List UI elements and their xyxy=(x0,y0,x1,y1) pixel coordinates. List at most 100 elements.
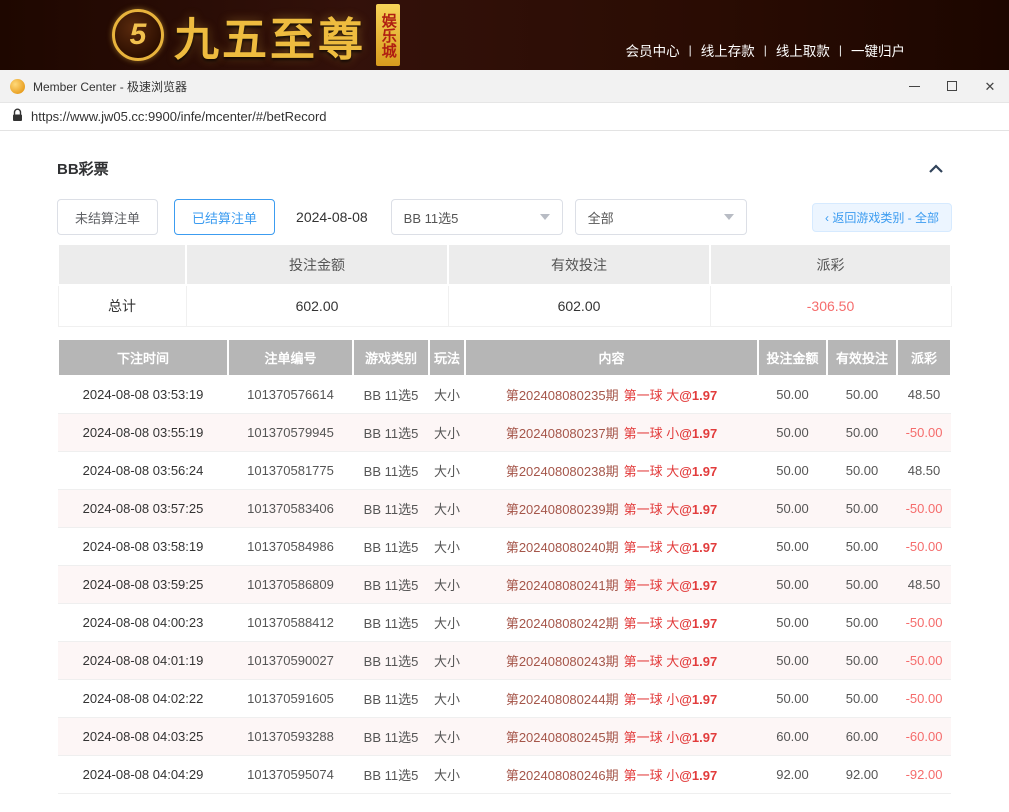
summary-header-row: 投注金额 有效投注 派彩 xyxy=(58,245,951,285)
cell-payout: -50.00 xyxy=(897,604,951,642)
table-row: 2024-08-08 03:56:24 101370581775 BB 11选5… xyxy=(58,452,951,490)
window-title: Member Center - 极速浏览器 xyxy=(33,78,187,95)
bet-period: 第202408080240期 xyxy=(506,540,619,555)
cell-bet-time: 2024-08-08 03:57:25 xyxy=(58,490,228,528)
cell-bet-id: 101370586809 xyxy=(228,566,353,604)
cell-bet-id: 101370584986 xyxy=(228,528,353,566)
summary-total-row: 总计 602.00 602.00 -306.50 xyxy=(58,285,951,326)
cell-bet-amount: 50.00 xyxy=(758,452,827,490)
nav-one-key-transfer[interactable]: 一键归户 xyxy=(851,40,905,60)
table-row: 2024-08-08 03:58:19 101370584986 BB 11选5… xyxy=(58,528,951,566)
cell-play-type: 大小 xyxy=(429,718,465,756)
section-header: BB彩票 xyxy=(57,158,952,179)
chevron-up-icon xyxy=(928,164,944,174)
site-logo: 5 九五至尊 娱乐城 xyxy=(112,3,400,68)
cell-bet-amount: 60.00 xyxy=(758,718,827,756)
summary-header-payout: 派彩 xyxy=(710,245,951,285)
site-logo-number: 5 xyxy=(130,18,147,52)
cell-bet-id: 101370583406 xyxy=(228,490,353,528)
back-to-game-category-button[interactable]: ‹ 返回游戏类别 - 全部 xyxy=(812,203,952,232)
game-type-select[interactable]: BB 11选5 xyxy=(391,199,563,235)
nav-separator: | xyxy=(839,43,842,57)
cell-bet-amount: 50.00 xyxy=(758,376,827,414)
cell-content: 第202408080242期第一球 大@1.97 xyxy=(465,604,758,642)
bet-record-page: BB彩票 未结算注单 已结算注单 2024-08-08 BB 11选5 全部 ‹… xyxy=(0,131,1009,794)
filter-toolbar: 未结算注单 已结算注单 2024-08-08 BB 11选5 全部 ‹ 返回游戏… xyxy=(57,199,952,235)
cell-bet-id: 101370588412 xyxy=(228,604,353,642)
scope-select[interactable]: 全部 xyxy=(575,199,747,235)
cell-game-type: BB 11选5 xyxy=(353,756,429,794)
nav-withdraw[interactable]: 线上取款 xyxy=(776,40,830,60)
bet-odds: @1.97 xyxy=(679,464,717,479)
lock-icon xyxy=(12,108,23,125)
cell-content: 第202408080241期第一球 大@1.97 xyxy=(465,566,758,604)
close-button[interactable]: ✕ xyxy=(971,70,1009,102)
cell-content: 第202408080235期第一球 大@1.97 xyxy=(465,376,758,414)
window-titlebar: Member Center - 极速浏览器 ✕ xyxy=(0,70,1009,103)
cell-valid-bet: 50.00 xyxy=(827,528,897,566)
bet-pick: 第一球 大 xyxy=(624,540,680,555)
cell-bet-amount: 50.00 xyxy=(758,604,827,642)
cell-content: 第202408080238期第一球 大@1.97 xyxy=(465,452,758,490)
site-banner: 5 九五至尊 娱乐城 会员中心 | 线上存款 | 线上取款 | 一键归户 xyxy=(0,0,1009,70)
bet-odds: @1.97 xyxy=(679,502,717,517)
cell-bet-id: 101370593288 xyxy=(228,718,353,756)
cell-play-type: 大小 xyxy=(429,376,465,414)
bet-period: 第202408080245期 xyxy=(506,730,619,745)
minimize-button[interactable] xyxy=(895,70,933,102)
cell-game-type: BB 11选5 xyxy=(353,376,429,414)
collapse-section-button[interactable] xyxy=(928,164,944,174)
summary-payout: -306.50 xyxy=(710,285,951,326)
browser-urlbar[interactable]: https://www.jw05.cc:9900/infe/mcenter/#/… xyxy=(0,103,1009,131)
cell-play-type: 大小 xyxy=(429,566,465,604)
bet-pick: 第一球 小 xyxy=(624,730,680,745)
nav-separator: | xyxy=(764,43,767,57)
cell-content: 第202408080237期第一球 小@1.97 xyxy=(465,414,758,452)
table-row: 2024-08-08 04:03:25 101370593288 BB 11选5… xyxy=(58,718,951,756)
cell-content: 第202408080243期第一球 大@1.97 xyxy=(465,642,758,680)
date-picker[interactable]: 2024-08-08 xyxy=(296,209,368,225)
bet-period: 第202408080244期 xyxy=(506,692,619,707)
cell-payout: -60.00 xyxy=(897,718,951,756)
bet-odds: @1.97 xyxy=(679,654,717,669)
settled-bets-button[interactable]: 已结算注单 xyxy=(174,199,275,235)
summary-valid-bet: 602.00 xyxy=(448,285,710,326)
bet-odds: @1.97 xyxy=(679,388,717,403)
site-logo-icon: 5 xyxy=(112,9,164,61)
cell-game-type: BB 11选5 xyxy=(353,642,429,680)
bet-period: 第202408080239期 xyxy=(506,502,619,517)
cell-bet-time: 2024-08-08 04:02:22 xyxy=(58,680,228,718)
bet-period: 第202408080235期 xyxy=(506,388,619,403)
bet-pick: 第一球 大 xyxy=(624,388,680,403)
url-text: https://www.jw05.cc:9900/infe/mcenter/#/… xyxy=(31,109,327,124)
header-bet-time: 下注时间 xyxy=(58,340,228,376)
cell-bet-time: 2024-08-08 03:56:24 xyxy=(58,452,228,490)
cell-play-type: 大小 xyxy=(429,414,465,452)
cell-valid-bet: 50.00 xyxy=(827,680,897,718)
cell-bet-amount: 50.00 xyxy=(758,680,827,718)
bet-pick: 第一球 小 xyxy=(624,692,680,707)
cell-game-type: BB 11选5 xyxy=(353,566,429,604)
cell-content: 第202408080246期第一球 小@1.97 xyxy=(465,756,758,794)
cell-valid-bet: 50.00 xyxy=(827,566,897,604)
cell-game-type: BB 11选5 xyxy=(353,414,429,452)
cell-payout: -92.00 xyxy=(897,756,951,794)
cell-game-type: BB 11选5 xyxy=(353,490,429,528)
nav-deposit[interactable]: 线上存款 xyxy=(701,40,755,60)
bet-odds: @1.97 xyxy=(679,616,717,631)
summary-bet-amount: 602.00 xyxy=(186,285,448,326)
cell-valid-bet: 50.00 xyxy=(827,604,897,642)
nav-member-center[interactable]: 会员中心 xyxy=(626,40,680,60)
app-icon xyxy=(10,79,25,94)
summary-table: 投注金额 有效投注 派彩 总计 602.00 602.00 -306.50 xyxy=(57,245,952,327)
minimize-icon xyxy=(909,86,920,87)
maximize-button[interactable] xyxy=(933,70,971,102)
table-row: 2024-08-08 04:02:22 101370591605 BB 11选5… xyxy=(58,680,951,718)
table-row: 2024-08-08 03:57:25 101370583406 BB 11选5… xyxy=(58,490,951,528)
table-row: 2024-08-08 03:53:19 101370576614 BB 11选5… xyxy=(58,376,951,414)
unsettled-bets-button[interactable]: 未结算注单 xyxy=(57,199,158,235)
banner-nav: 会员中心 | 线上存款 | 线上取款 | 一键归户 xyxy=(626,40,905,70)
cell-content: 第202408080244期第一球 小@1.97 xyxy=(465,680,758,718)
cell-game-type: BB 11选5 xyxy=(353,452,429,490)
table-row: 2024-08-08 04:01:19 101370590027 BB 11选5… xyxy=(58,642,951,680)
